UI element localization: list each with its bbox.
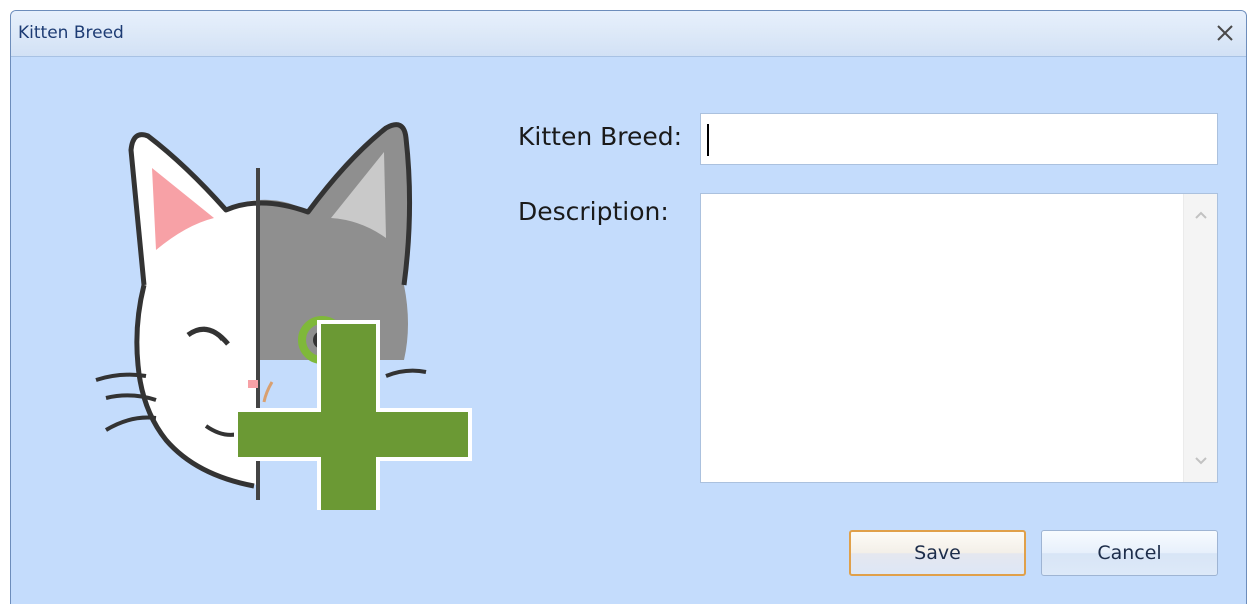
scroll-down-button[interactable] [1184,444,1218,478]
kitten-add-icon [95,122,472,510]
close-button[interactable] [1212,20,1238,46]
dialog-body: Kitten Breed: Description: Save Cancel [11,57,1246,604]
description-label: Description: [518,197,669,226]
description-textarea[interactable] [700,193,1218,483]
scroll-up-button[interactable] [1184,198,1218,232]
save-button[interactable]: Save [849,530,1026,576]
chevron-up-icon [1195,211,1207,219]
cancel-button[interactable]: Cancel [1041,530,1218,576]
dialog-window: Kitten Breed Kitten Breed: Description: … [10,10,1247,604]
kitten-breed-input[interactable] [700,113,1218,165]
kitten-breed-label: Kitten Breed: [518,122,683,151]
close-icon [1217,25,1233,41]
title-bar: Kitten Breed [11,11,1246,57]
window-title: Kitten Breed [18,23,124,43]
chevron-down-icon [1195,457,1207,465]
description-scrollbar[interactable] [1183,194,1217,482]
text-caret [707,124,709,156]
